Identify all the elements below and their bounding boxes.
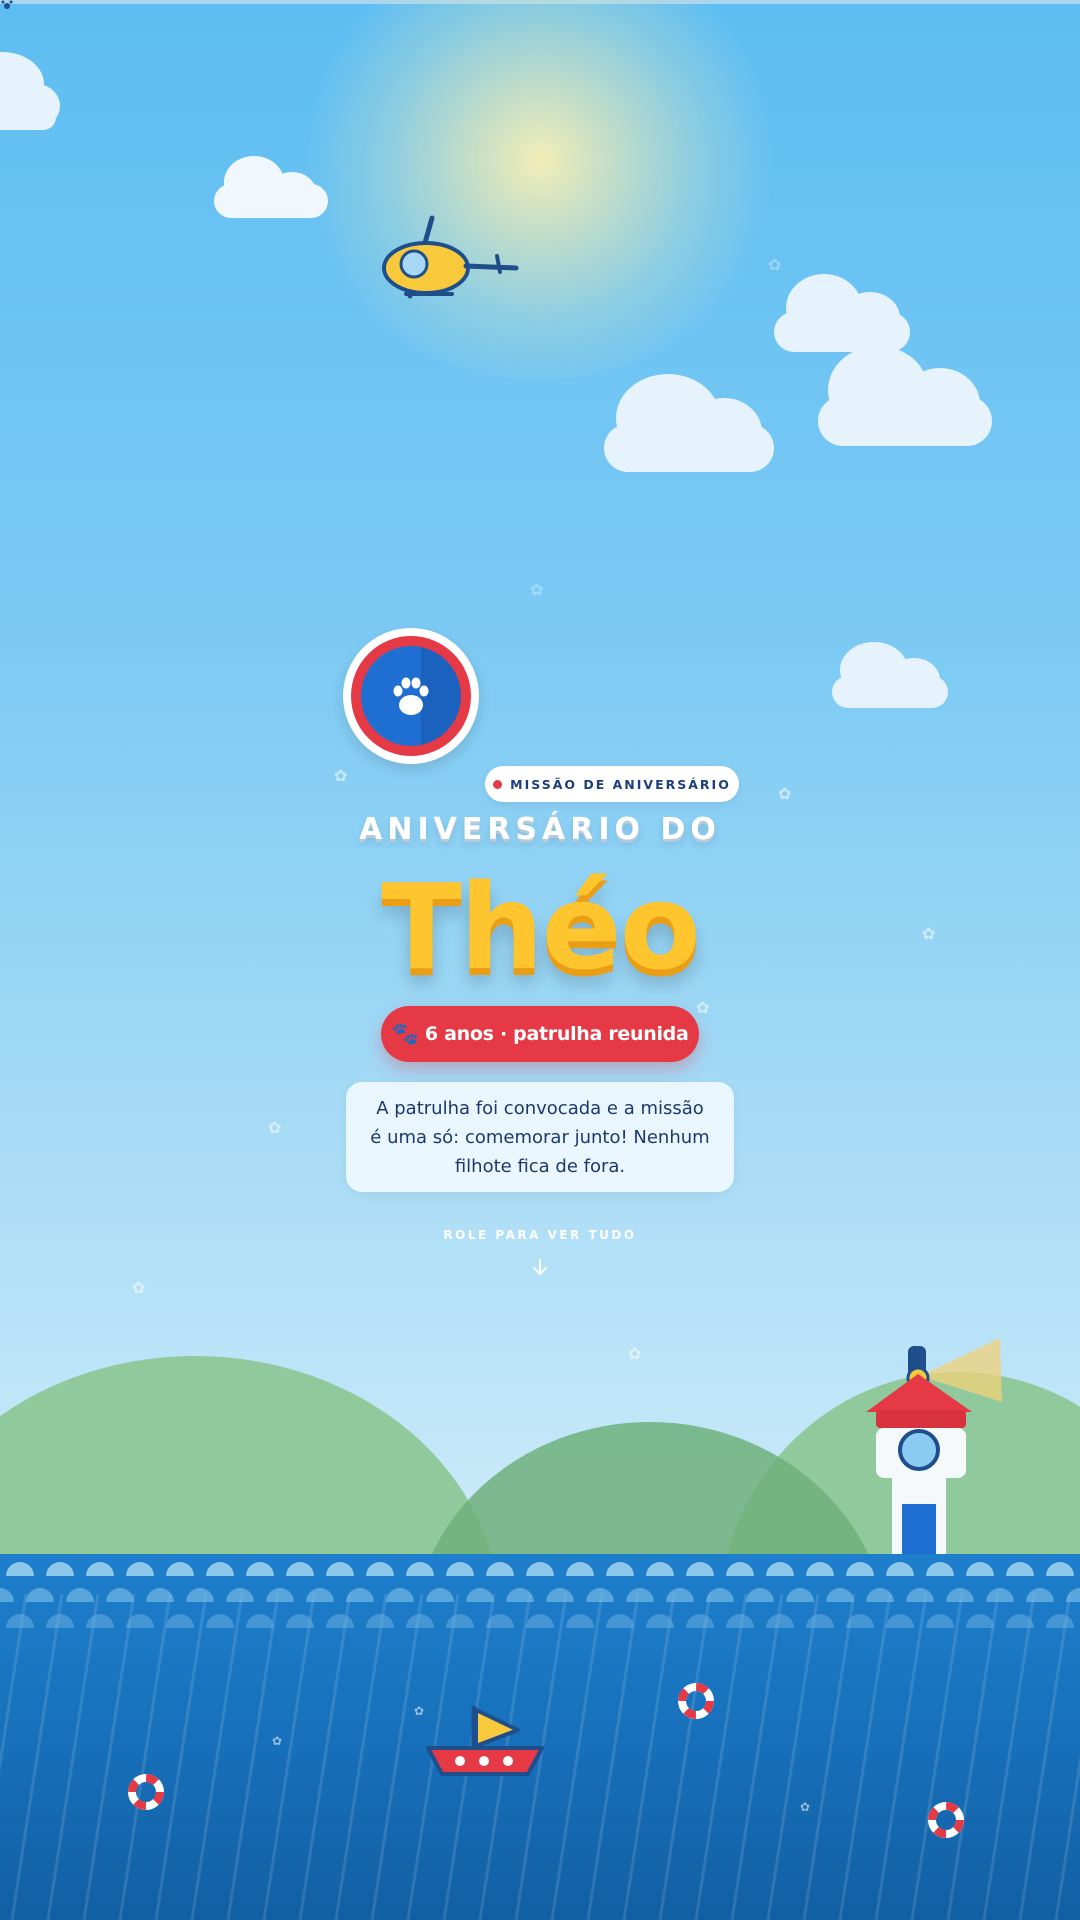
scroll-hint[interactable]: ROLE PARA VER TUDO	[0, 1228, 1080, 1242]
paw-print-icon: ✿	[132, 1278, 146, 1297]
paw-prints-icon: 🐾	[391, 1021, 419, 1047]
paw-print-icon: ✿	[414, 1704, 425, 1718]
arrow-down-icon[interactable]	[531, 1258, 549, 1278]
cloud	[0, 52, 60, 130]
paw-print-icon: ✿	[334, 766, 348, 785]
sun-glow	[300, 0, 780, 380]
lighthouse	[866, 1338, 1002, 1564]
cloud	[604, 374, 774, 472]
paw-print-icon: ✿	[530, 580, 544, 599]
cloud	[818, 346, 992, 446]
boat	[426, 1705, 544, 1776]
cloud	[214, 156, 328, 218]
age-badge-label: 6 anos · patrulha reunida	[424, 1023, 689, 1045]
invite-message-card: A patrulha foi convocada e a missão é um…	[346, 1082, 734, 1192]
paw-print-icon: ✿	[768, 255, 782, 274]
cloud	[832, 642, 948, 708]
life-ring	[128, 1774, 164, 1810]
paw-badge	[343, 628, 479, 764]
birthday-name: Théo	[381, 858, 701, 996]
paw-print-icon: ✿	[778, 784, 792, 803]
hero-scene: ✿ ✿ ✿ ✿ ✿ ✿ ✿ ✿ ✿ ✿ ✿ ✿ MISSÃO DE ANIVER…	[0, 0, 1080, 1920]
mission-tag-label: MISSÃO DE ANIVERSÁRIO	[510, 776, 731, 792]
age-badge: 🐾 6 anos · patrulha reunida	[381, 1006, 699, 1062]
paw-print-icon: ✿	[800, 1800, 811, 1814]
paw-print-icon: ✿	[696, 998, 710, 1017]
paw-print-icon: ✿	[272, 1734, 283, 1748]
cloud	[774, 274, 910, 352]
helicopter	[382, 215, 519, 299]
status-dot	[493, 779, 503, 789]
life-ring	[928, 1802, 964, 1838]
paw-print-icon: ✿	[268, 1118, 282, 1137]
mission-tag: MISSÃO DE ANIVERSÁRIO	[485, 766, 739, 802]
page-heading: ANIVERSÁRIO DO	[359, 812, 721, 847]
paw-print-icon: ✿	[628, 1344, 642, 1363]
invite-message: A patrulha foi convocada e a missão é um…	[370, 1097, 710, 1177]
paw-icon	[393, 677, 429, 715]
life-ring	[678, 1683, 714, 1719]
paw-icon	[1, 0, 13, 9]
